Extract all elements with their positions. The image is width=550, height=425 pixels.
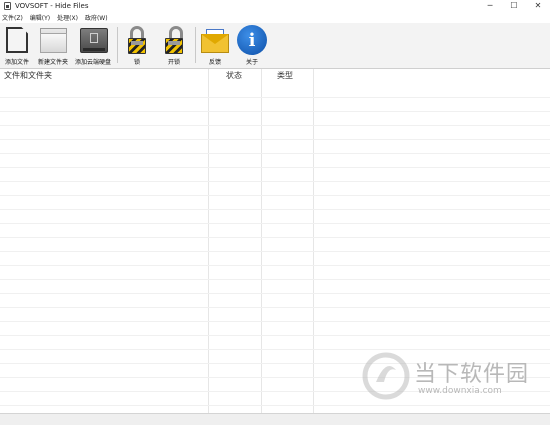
row-gridline [0,265,550,266]
add-drive-button[interactable]: 添加云端硬盘 [75,25,111,66]
row-gridline [0,181,550,182]
row-gridline [0,167,550,168]
row-gridline [0,209,550,210]
watermark-logo-icon [362,352,410,400]
envelope-icon [199,25,231,55]
column-header-type[interactable]: 类型 [277,69,293,83]
document-icon [1,25,33,55]
row-gridline [0,335,550,336]
row-gridline [0,223,550,224]
add-file-label: 添加文件 [4,59,29,66]
unlock-button[interactable]: 开锁 [158,25,190,66]
toolbar: 添加文件 新建文件夹 添加云端硬盘 锁 开锁 反馈 i 关于 [0,23,550,69]
add-file-button[interactable]: 添加文件 [1,25,33,66]
close-button[interactable]: ✕ [526,0,550,12]
maximize-button[interactable]: ☐ [502,0,526,12]
row-gridline [0,125,550,126]
row-gridline [0,97,550,98]
column-header-status[interactable]: 状态 [226,69,242,83]
row-gridline [0,251,550,252]
lock-label: 锁 [133,59,140,66]
row-gridline [0,111,550,112]
window-title: VOVSOFT - Hide Files [15,2,89,10]
row-gridline [0,237,550,238]
row-gridline [0,139,550,140]
usb-drive-icon [77,25,109,55]
folder-icon [37,25,69,55]
row-gridline [0,349,550,350]
add-drive-label: 添加云端硬盘 [75,59,112,66]
new-folder-button[interactable]: 新建文件夹 [37,25,69,66]
row-gridline [0,195,550,196]
row-gridline [0,293,550,294]
minimize-button[interactable]: ─ [478,0,502,12]
status-bar [0,413,550,425]
unlock-icon [158,25,190,55]
column-header-files[interactable]: 文件和文件夹 [4,69,52,83]
window-controls: ─ ☐ ✕ [478,0,550,12]
row-gridline [0,321,550,322]
new-folder-label: 新建文件夹 [37,59,68,66]
unlock-label: 开锁 [167,59,180,66]
watermark-name: 当下软件园 [414,362,530,387]
watermark-url: www.downxia.com [418,386,502,396]
menu-process[interactable]: 处理(X) [57,13,78,22]
row-gridline [0,307,550,308]
lock-icon [121,25,153,55]
row-gridline [0,279,550,280]
about-label: 关于 [245,59,258,66]
toolbar-separator [117,27,118,63]
toolbar-separator [195,27,196,63]
menu-government[interactable]: 政府(W) [85,13,108,22]
app-icon [4,2,11,10]
menu-edit[interactable]: 编辑(Y) [30,13,50,22]
info-icon: i [236,25,268,55]
row-gridline [0,405,550,406]
lock-button[interactable]: 锁 [121,25,153,66]
menu-bar: 文件(Z) 编辑(Y) 处理(X) 政府(W) [0,12,550,23]
feedback-label: 反馈 [208,59,221,66]
row-gridline [0,153,550,154]
feedback-button[interactable]: 反馈 [199,25,231,66]
menu-file[interactable]: 文件(Z) [2,13,23,22]
about-button[interactable]: i 关于 [236,25,268,66]
title-bar: VOVSOFT - Hide Files ─ ☐ ✕ [0,0,550,12]
